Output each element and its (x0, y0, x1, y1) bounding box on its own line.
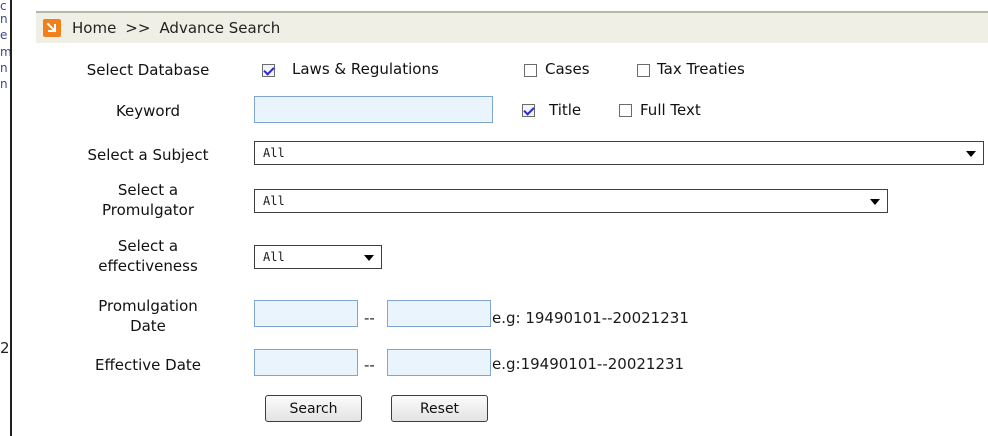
breadcrumb-current: Advance Search (159, 19, 281, 37)
promulgation-date-from-input[interactable] (254, 300, 358, 327)
fragment-text: n (0, 61, 8, 75)
fragment-text: e (0, 28, 8, 42)
arrow-home-icon (43, 19, 61, 37)
effectiveness-selected-value: All (263, 250, 285, 264)
promulgation-date-label-line2: Date (130, 317, 166, 335)
tax-treaties-checkbox[interactable] (637, 64, 650, 77)
effectiveness-label: Select a effectiveness (62, 236, 234, 276)
effective-date-label: Effective Date (94, 356, 202, 374)
breadcrumb-home[interactable]: Home (72, 19, 116, 37)
full-text-checkbox[interactable] (619, 104, 632, 117)
promulgation-date-label: Promulgation Date (62, 296, 234, 336)
promulgation-date-hint: e.g: 19490101--20021231 (492, 309, 689, 327)
keyword-input[interactable] (254, 96, 493, 123)
laws-regulations-label: Laws & Regulations (292, 60, 439, 78)
chevron-down-icon (966, 151, 976, 157)
laws-regulations-checkbox[interactable] (262, 64, 275, 77)
fragment-text: m (0, 45, 10, 59)
reset-button[interactable]: Reset (391, 395, 488, 422)
keyword-label: Keyword (115, 102, 181, 120)
cases-checkbox[interactable] (524, 64, 537, 77)
effective-date-to-input[interactable] (387, 349, 491, 376)
effective-date-from-input[interactable] (254, 349, 358, 376)
tax-treaties-label: Tax Treaties (657, 60, 745, 78)
effectiveness-label-line1: Select a (117, 237, 179, 255)
promulgator-label-line1: Select a (117, 181, 179, 199)
promulgator-label-line2: Promulgator (101, 201, 195, 219)
promulgation-date-to-input[interactable] (387, 300, 491, 327)
effectiveness-select[interactable]: All (254, 245, 382, 269)
fragment-text: 26 (0, 339, 10, 357)
chevron-down-icon (364, 255, 374, 261)
frame-divider (10, 0, 12, 436)
promulgator-label: Select a Promulgator (62, 180, 234, 220)
breadcrumb-separator: >> (125, 19, 151, 37)
effective-date-hint: e.g:19490101--20021231 (492, 355, 685, 373)
title-label: Title (549, 101, 582, 119)
effectiveness-label-line2: effectiveness (98, 257, 198, 275)
breadcrumb-bar: Home >> Advance Search (36, 11, 988, 43)
full-text-label: Full Text (640, 101, 701, 119)
promulgation-date-label-line1: Promulgation (98, 297, 198, 315)
search-button[interactable]: Search (265, 395, 362, 422)
subject-label: Select a Subject (87, 146, 209, 164)
promulgator-select[interactable]: All (254, 189, 888, 213)
fragment-text: n (0, 77, 8, 91)
chevron-down-icon (870, 199, 880, 205)
select-database-label: Select Database (86, 61, 210, 79)
fragment-text: n (0, 12, 8, 26)
date-range-separator: -- (364, 356, 375, 374)
date-range-separator: -- (364, 309, 375, 327)
cases-label: Cases (545, 60, 590, 78)
promulgator-selected-value: All (263, 194, 285, 208)
subject-selected-value: All (263, 146, 285, 160)
subject-select[interactable]: All (254, 141, 984, 165)
left-page-fragment: c n e m n n 26 (0, 0, 10, 436)
title-checkbox[interactable] (522, 104, 535, 117)
